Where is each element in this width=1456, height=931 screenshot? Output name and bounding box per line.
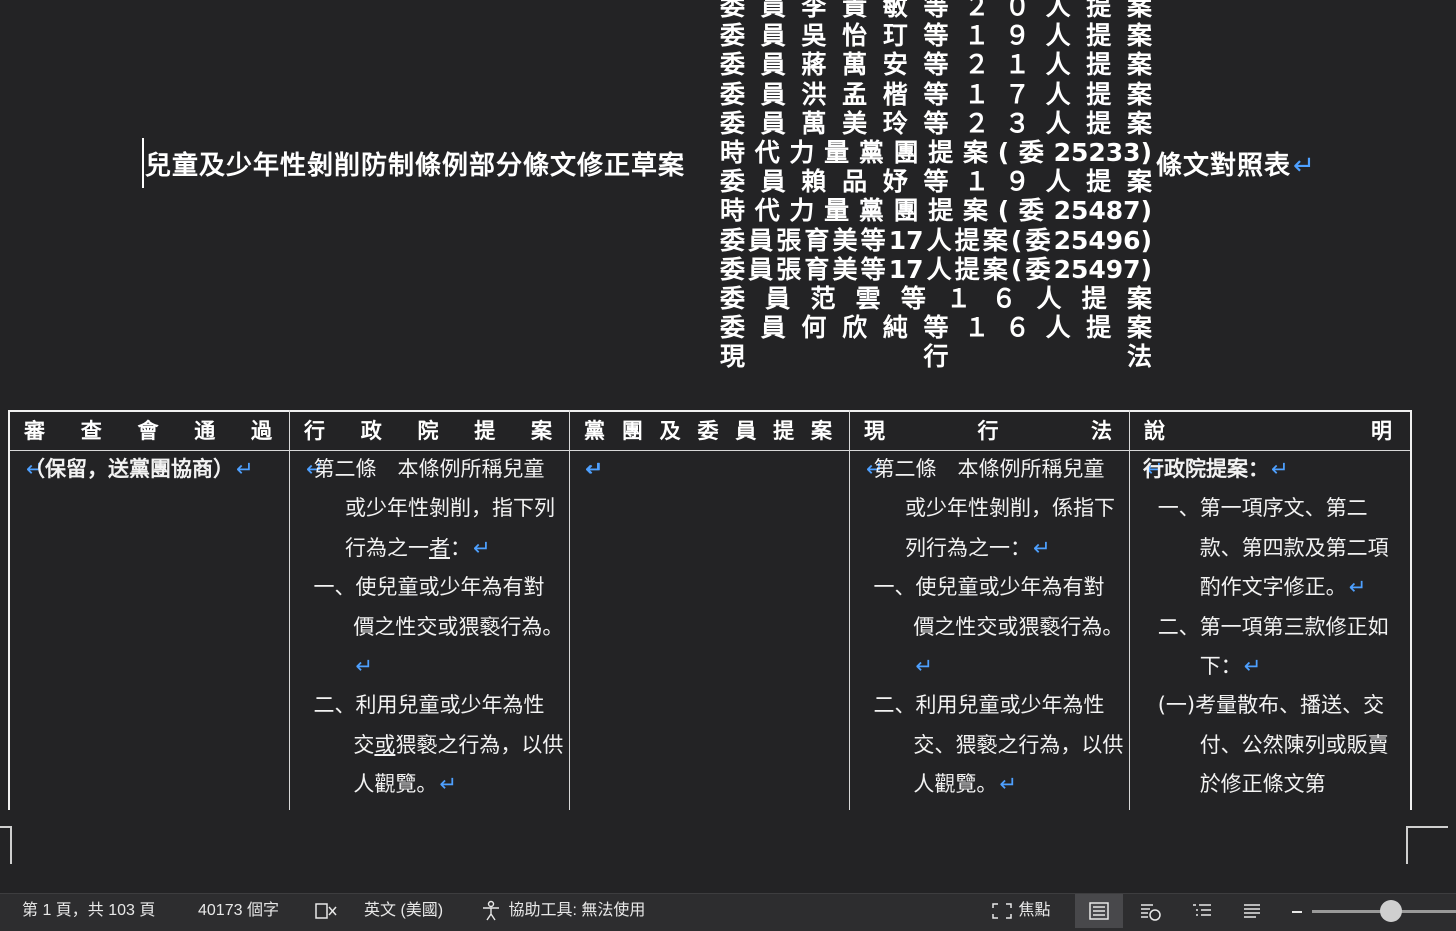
proposer-line: 委員張育美等17人提案(委25496) (720, 225, 1152, 255)
status-bar: 第 1 頁，共 103 頁 40173 個字 英文 (美國) 協助工具: 無法使… (0, 893, 1456, 931)
print-layout-icon (1089, 902, 1109, 920)
proposer-line: 委員賴品妤等１９人提案 (720, 167, 1152, 197)
inserted-text: 或 (374, 732, 396, 757)
cell-text: ： (450, 535, 471, 560)
text-cursor (142, 138, 144, 188)
header-text: 審查會通過 (24, 419, 272, 443)
paragraph-mark: ↵ (1033, 535, 1051, 560)
proofing-icon (315, 903, 337, 919)
cell-text: 二、第一項第三款修正如下： (1157, 614, 1389, 679)
cell-explanation[interactable]: 行政院提案：↵ 一、第一項序文、第二款、第四款及第二項酌作文字修正。↵ 二、第一… (1143, 450, 1405, 805)
article-paragraph: 第二條 本條例所稱兒童或少年性剝削，指下列行為之一者：↵ (303, 450, 565, 568)
word-count[interactable]: 40173 個字 (198, 894, 279, 931)
minus-icon (1292, 910, 1302, 913)
article-item: 二、利用兒童或少年為性交或猥褻之行為，以供人觀覽。↵ (303, 686, 565, 804)
zoom-slider-thumb[interactable] (1380, 900, 1402, 922)
web-layout-view-button[interactable] (1126, 894, 1174, 928)
title-left[interactable]: 兒童及少年性剝削防制條例部分條文修正草案 (145, 145, 685, 182)
accessibility-text: 協助工具: 無法使用 (508, 902, 646, 919)
header-text: 現行法 (864, 419, 1112, 443)
cell-executive-proposal[interactable]: 第二條 本條例所稱兒童或少年性剝削，指下列行為之一者：↵ 一、使兒童或少年為有對… (303, 450, 565, 805)
page-corner-mark-right (1406, 826, 1448, 864)
header-current-law[interactable]: 現行法↵ (864, 412, 1130, 481)
language-text: 英文 (美國) (364, 902, 444, 919)
draft-icon (1244, 904, 1260, 918)
inserted-text: 者 (429, 535, 450, 560)
article-item: 二、利用兒童或少年為性交、猥褻之行為，以供人觀覽。↵ (863, 686, 1125, 804)
proposer-line: 委員李貴敏等２０人提案 (720, 0, 1152, 21)
page-count-text: 第 1 頁，共 103 頁 (22, 902, 156, 919)
cell-caucus-proposal[interactable]: ↵ (583, 450, 845, 489)
header-explanation[interactable]: 說明 ↵ (1144, 412, 1410, 481)
paragraph-mark: ↵ (355, 654, 373, 679)
article-paragraph: 第二條 本條例所稱兒童或少年性剝削，係指下列行為之一：↵ (863, 450, 1125, 568)
proposer-stack[interactable]: 委員李貴敏等２０人提案 委員吳怡玎等１９人提案 委員蔣萬安等２１人提案 委員洪孟楷等１… (720, 0, 1152, 371)
paragraph-mark: ↵ (915, 654, 933, 679)
language-button[interactable]: 英文 (美國) (364, 894, 443, 931)
header-review-passed[interactable]: 審查會通過 ↵ (24, 412, 290, 481)
header-text: 行政院提案 (304, 419, 552, 443)
paragraph-mark: ↵ (439, 772, 457, 797)
focus-icon (992, 903, 1012, 919)
header-text: 黨團及委員提案 (584, 419, 832, 443)
focus-text: 焦點 (1018, 902, 1051, 919)
cell-text: （保留，送黨團協商） (24, 457, 234, 481)
cell-current-law[interactable]: 第二條 本條例所稱兒童或少年性剝削，係指下列行為之一：↵ 一、使兒童或少年為有對… (863, 450, 1125, 805)
word-count-text: 40173 個字 (198, 902, 279, 919)
proofing-button[interactable] (314, 894, 340, 931)
proposer-line: 委員吳怡玎等１９人提案 (720, 21, 1152, 51)
proposer-line: 委員張育美等17人提案(委25497) (720, 254, 1152, 284)
cell-text: 一、使兒童或少年為有對價之性交或猥褻行為。 (873, 575, 1124, 639)
explanation-subitem: (一)考量散布、播送、交付、公然陳列或販賣於修正條文第 (1143, 686, 1405, 804)
paragraph-mark: ↵ (473, 535, 491, 560)
explanation-item: 二、第一項第三款修正如下：↵ (1143, 608, 1405, 687)
proposer-line: 現行法 (720, 342, 1152, 372)
paragraph-mark: ↵ (1293, 151, 1316, 181)
paragraph-mark: ↵ (1348, 575, 1367, 600)
proposer-line: 時代力量黨團提案(委25487) (720, 196, 1152, 226)
header-executive-proposal[interactable]: 行政院提案↵ (304, 412, 570, 481)
comparison-table: 審查會通過↵ 行政院提案↵ 黨團及委員提案↵ 現行法↵ 說明↵ （保留，送黨團協… (8, 410, 1412, 810)
cell-text: 行政院提案： (1143, 457, 1269, 481)
proposer-line: 委員洪孟楷等１７人提案 (720, 79, 1152, 109)
accessibility-icon (483, 900, 499, 921)
title-left-text: 兒童及少年性剝削防制條例部分條文修正草案 (145, 151, 686, 181)
document-title-block: 兒童及少年性剝削防制條例部分條文修正草案 委員李貴敏等２０人提案 委員吳怡玎等１９… (0, 0, 1456, 400)
outline-icon (1193, 904, 1211, 916)
article-item: 一、使兒童或少年為有對價之性交或猥褻行為。 ↵ (303, 568, 565, 686)
paragraph-mark: ↵ (1271, 457, 1289, 481)
title-right[interactable]: 條文對照表↵ (1156, 145, 1316, 182)
proposer-line: 委員何欣純等１６人提案 (720, 313, 1152, 343)
proposer-line: 時代力量黨團提案(委25233) (720, 137, 1152, 167)
paragraph-mark: ↵ (585, 457, 603, 481)
explanation-item: 一、第一項序文、第二款、第四款及第二項酌作文字修正。↵ (1143, 489, 1405, 607)
paragraph-mark: ↵ (1243, 654, 1262, 679)
print-layout-view-button[interactable] (1075, 894, 1123, 928)
proposer-line: 委員蔣萬安等２１人提案 (720, 50, 1152, 80)
outline-view-button[interactable] (1178, 894, 1226, 928)
cell-text: 第二條 本條例所稱兒童或少年性剝削，係指下列行為之一： (873, 457, 1116, 560)
proposer-line: 委員萬美玲等２３人提案 (720, 108, 1152, 138)
accessibility-button[interactable]: 協助工具: 無法使用 (480, 894, 645, 931)
web-layout-icon (1141, 904, 1161, 921)
draft-view-button[interactable] (1228, 894, 1276, 928)
zoom-out-button[interactable] (1290, 894, 1304, 931)
proposer-line: 委員范雲等１６人提案 (720, 283, 1152, 313)
header-caucus-proposal[interactable]: 黨團及委員提案 ↵ (584, 412, 850, 481)
focus-button[interactable]: 焦點 (990, 894, 1050, 931)
explanation-heading: 行政院提案：↵ (1143, 450, 1405, 489)
article-item: 一、使兒童或少年為有對價之性交或猥褻行為。 ↵ (863, 568, 1125, 686)
cell-review-passed[interactable]: （保留，送黨團協商）↵ (24, 450, 284, 489)
page-corner-mark-left (0, 826, 12, 864)
paragraph-mark: ↵ (999, 772, 1017, 797)
header-text: 說明 (1144, 419, 1392, 443)
cell-text: (一)考量散布、播送、交付、公然陳列或販賣於修正條文第 (1157, 693, 1389, 797)
title-right-text: 條文對照表 (1156, 151, 1292, 181)
page-count[interactable]: 第 1 頁，共 103 頁 (22, 894, 155, 931)
cell-text: 一、使兒童或少年為有對價之性交或猥褻行為。 (313, 575, 564, 639)
paragraph-mark: ↵ (236, 457, 254, 481)
